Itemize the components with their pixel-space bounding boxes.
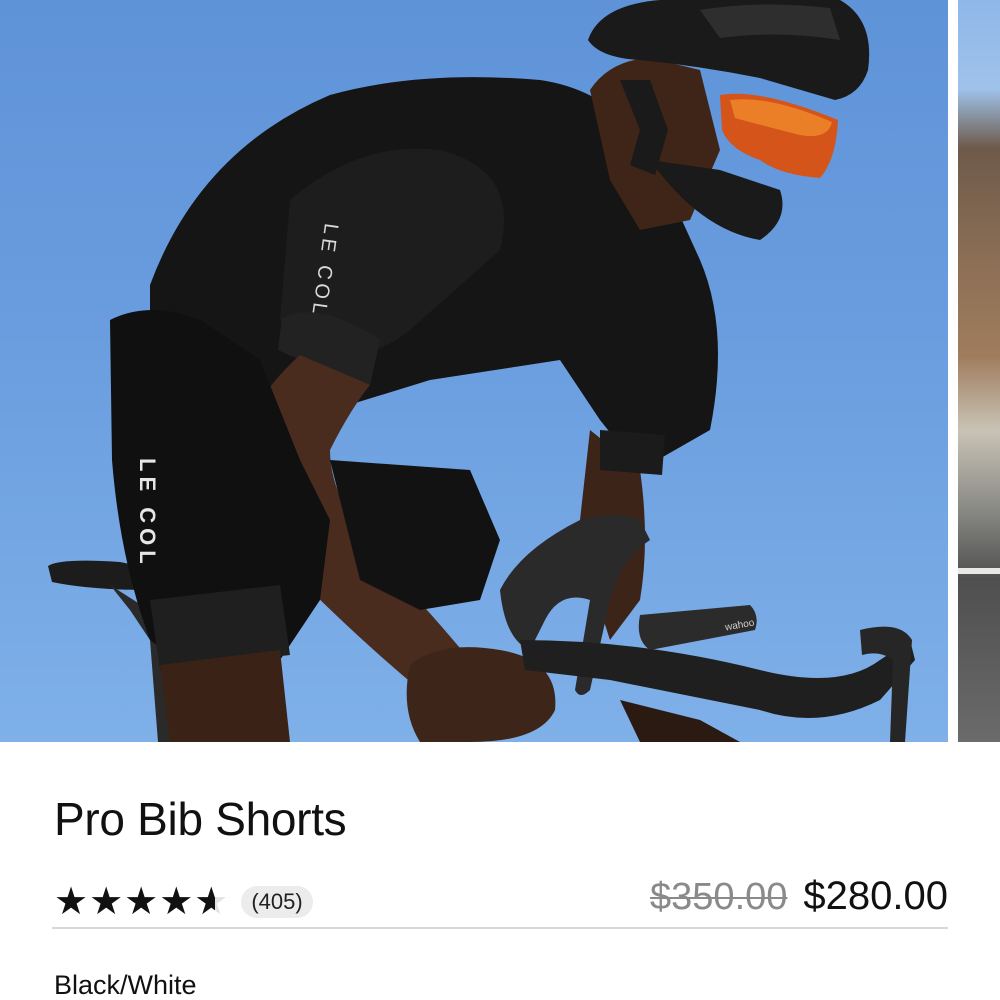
price-block: $350.00 $280.00 (650, 874, 948, 919)
cyclist-photo (48, 0, 915, 742)
star-rating-filled: ★★★★★ (54, 883, 216, 921)
product-image-main[interactable]: LE COL LE COL wahoo (0, 0, 948, 742)
divider (52, 927, 948, 929)
review-count-badge[interactable]: (405) (241, 885, 313, 919)
sale-price: $280.00 (803, 874, 948, 918)
product-image-next[interactable] (958, 0, 1000, 742)
road-line (958, 568, 1000, 574)
selected-color-label: Black/White (54, 970, 197, 1000)
product-title: Pro Bib Shorts (54, 793, 347, 845)
product-image-carousel[interactable]: LE COL LE COL wahoo (0, 0, 1000, 742)
shorts-logo-text: LE COL (135, 458, 160, 569)
rating-row[interactable]: ★★★★★ ★★★★★ (405) (54, 878, 313, 926)
star-rating: ★★★★★ ★★★★★ (54, 883, 229, 921)
original-price: $350.00 (650, 876, 788, 918)
product-page: LE COL LE COL wahoo Pro Bib Shorts ★★★★★… (0, 0, 1000, 1000)
